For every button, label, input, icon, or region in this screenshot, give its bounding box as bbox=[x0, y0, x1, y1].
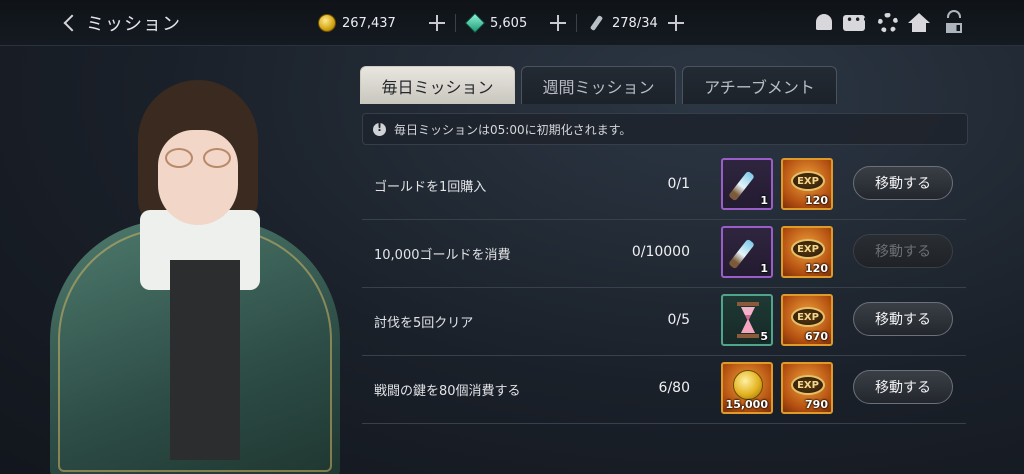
go-button[interactable]: 移動する bbox=[853, 370, 953, 404]
mission-row: 討伐を5回クリア 0/5 5 EXP 670 移動する bbox=[362, 288, 966, 356]
reward-item[interactable]: 5 bbox=[721, 294, 773, 346]
character-illustration bbox=[30, 70, 340, 474]
dagger-icon bbox=[728, 238, 755, 270]
go-button[interactable]: 移動する bbox=[853, 302, 953, 336]
gem-icon bbox=[465, 13, 485, 33]
go-button[interactable]: 移動する bbox=[853, 166, 953, 200]
reward-qty: 5 bbox=[760, 330, 768, 343]
reward-qty: 1 bbox=[760, 262, 768, 275]
reset-notice-text: 毎日ミッションは05:00に初期化されます。 bbox=[394, 122, 632, 137]
dagger-icon bbox=[728, 170, 755, 202]
gem-counter: 5,605 bbox=[465, 12, 528, 34]
add-stamina-button[interactable] bbox=[667, 12, 685, 34]
stamina-amount: 278/34 bbox=[612, 15, 658, 31]
mission-row: 10,000ゴールドを消費 0/10000 1 EXP 120 移動する bbox=[362, 220, 966, 288]
character-glasses bbox=[163, 148, 235, 170]
reward-gold[interactable]: 15,000 bbox=[721, 362, 773, 414]
mission-progress: 0/5 bbox=[667, 312, 690, 328]
character-face bbox=[158, 130, 238, 225]
reward-qty: 670 bbox=[805, 330, 828, 343]
gold-amount: 267,437 bbox=[342, 15, 396, 31]
home-icon bbox=[908, 13, 930, 32]
character-vest bbox=[170, 260, 240, 460]
exp-icon: EXP bbox=[791, 239, 825, 259]
mission-progress: 0/1 bbox=[667, 176, 690, 192]
notification-button[interactable] bbox=[812, 12, 836, 34]
tab-weekly-missions[interactable]: 週間ミッション bbox=[521, 66, 676, 104]
home-button[interactable] bbox=[908, 12, 932, 34]
stamina-counter: 278/34 bbox=[588, 12, 658, 34]
connection-status bbox=[944, 10, 964, 38]
mission-name: ゴールドを1回購入 bbox=[374, 180, 487, 195]
top-bar: ミッション 267,437 5,605 278/34 bbox=[0, 0, 1024, 46]
info-icon bbox=[373, 121, 386, 136]
settings-button[interactable] bbox=[876, 12, 900, 34]
reset-notice: 毎日ミッションは05:00に初期化されます。 bbox=[362, 113, 968, 145]
reward-qty: 1 bbox=[760, 194, 768, 207]
chat-icon bbox=[843, 13, 870, 31]
reward-exp[interactable]: EXP 670 bbox=[781, 294, 833, 346]
mission-row: 戦闘の鍵を80個消費する 6/80 15,000 EXP 790 移動する bbox=[362, 356, 966, 424]
battery-icon bbox=[946, 23, 962, 33]
stamina-icon bbox=[588, 14, 606, 32]
gear-icon bbox=[878, 13, 898, 33]
gold-coin-icon bbox=[318, 14, 336, 32]
mission-tabs: 毎日ミッション 週間ミッション アチーブメント bbox=[360, 66, 837, 104]
back-button[interactable]: ミッション bbox=[60, 10, 181, 36]
divider bbox=[455, 14, 456, 32]
mission-name: 討伐を5回クリア bbox=[374, 316, 474, 331]
page-title: ミッション bbox=[86, 14, 181, 35]
reward-qty: 120 bbox=[805, 194, 828, 207]
tab-achievements[interactable]: アチーブメント bbox=[682, 66, 837, 104]
mission-name: 戦闘の鍵を80個消費する bbox=[374, 384, 521, 399]
gold-counter: 267,437 bbox=[318, 12, 396, 34]
bell-icon bbox=[816, 14, 832, 30]
tab-daily-missions[interactable]: 毎日ミッション bbox=[360, 66, 515, 104]
reward-item[interactable]: 1 bbox=[721, 226, 773, 278]
go-button-disabled[interactable]: 移動する bbox=[853, 234, 953, 268]
reward-exp[interactable]: EXP 790 bbox=[781, 362, 833, 414]
add-gold-button[interactable] bbox=[428, 12, 446, 34]
exp-icon: EXP bbox=[791, 307, 825, 327]
reward-qty: 120 bbox=[805, 262, 828, 275]
reward-item[interactable]: 1 bbox=[721, 158, 773, 210]
gem-amount: 5,605 bbox=[490, 15, 528, 31]
add-gems-button[interactable] bbox=[549, 12, 567, 34]
reward-qty: 15,000 bbox=[725, 398, 768, 411]
chat-button[interactable] bbox=[843, 12, 870, 34]
mission-name: 10,000ゴールドを消費 bbox=[374, 248, 511, 263]
mission-progress: 0/10000 bbox=[631, 244, 690, 260]
mission-list: ゴールドを1回購入 0/1 1 EXP 120 移動する 10,000ゴールドを… bbox=[362, 152, 966, 424]
divider bbox=[576, 14, 577, 32]
reward-exp[interactable]: EXP 120 bbox=[781, 226, 833, 278]
gold-coin-icon bbox=[733, 370, 763, 400]
exp-icon: EXP bbox=[791, 375, 825, 395]
exp-icon: EXP bbox=[791, 171, 825, 191]
mission-progress: 6/80 bbox=[658, 380, 690, 396]
wifi-icon bbox=[947, 10, 961, 18]
reward-exp[interactable]: EXP 120 bbox=[781, 158, 833, 210]
mission-row: ゴールドを1回購入 0/1 1 EXP 120 移動する bbox=[362, 152, 966, 220]
reward-qty: 790 bbox=[805, 398, 828, 411]
chevron-left-icon bbox=[63, 14, 81, 32]
hourglass-icon bbox=[737, 302, 759, 338]
